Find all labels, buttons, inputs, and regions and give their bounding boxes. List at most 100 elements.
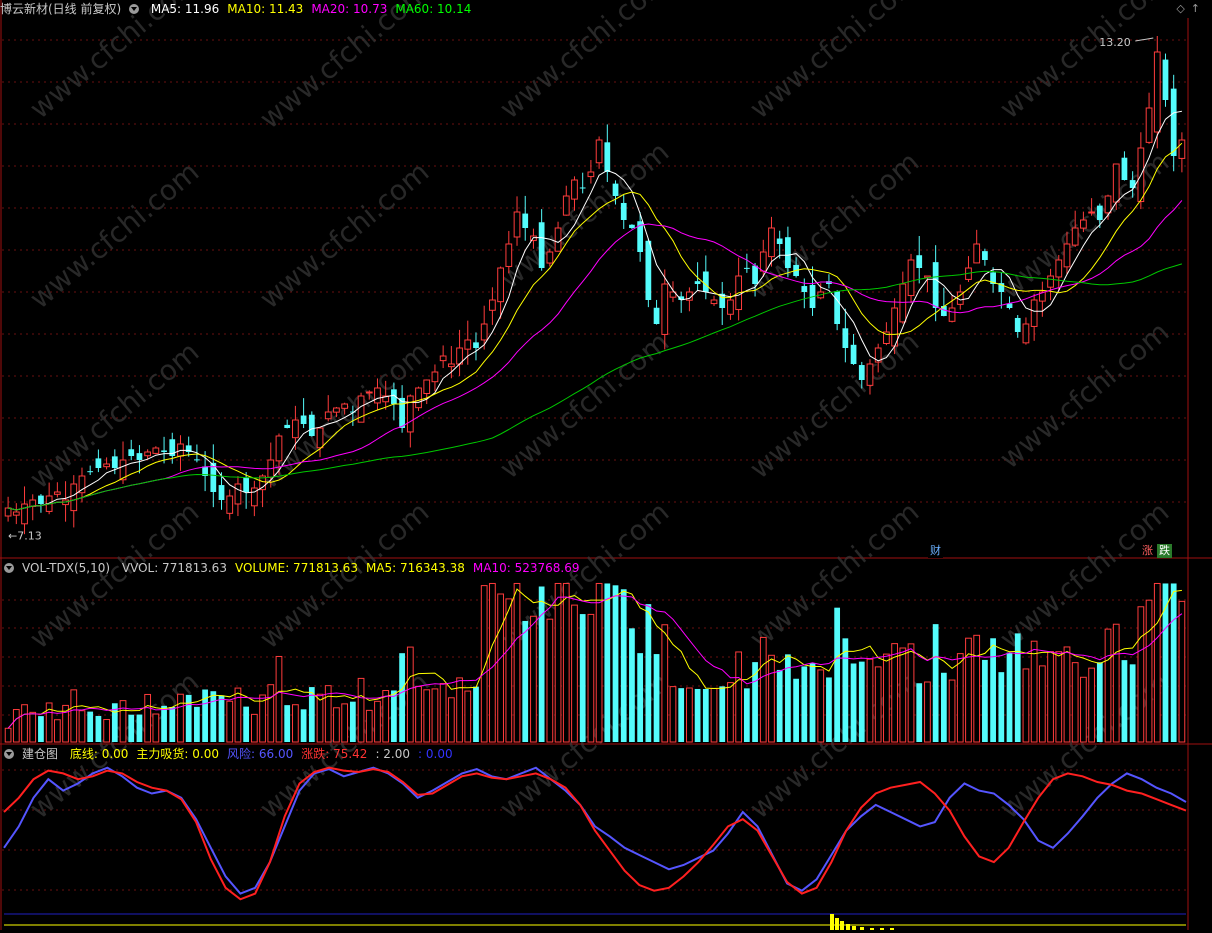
volume-bar-up	[439, 683, 447, 743]
volume-bar-down	[210, 691, 217, 742]
candle-up	[891, 307, 898, 347]
accumulation-bar	[835, 918, 839, 930]
candle-up	[727, 299, 734, 315]
candle-up	[1071, 227, 1079, 246]
candle-up	[587, 171, 595, 178]
volume-bar-down	[284, 705, 291, 742]
watermark: www.cfchi.com	[743, 0, 925, 125]
candle-down	[702, 271, 709, 292]
dropdown-icon[interactable]	[4, 562, 14, 573]
high-price-label: 13.20	[1099, 36, 1131, 49]
candle-down	[1121, 157, 1128, 180]
volume-bar-down	[719, 686, 726, 742]
candle-down	[1162, 59, 1169, 100]
volume-bar-down	[842, 638, 849, 742]
volume-bar-down	[809, 663, 816, 742]
volume-bar-up	[29, 711, 37, 743]
volume-bar-up	[874, 666, 882, 743]
volume-bar-up	[735, 651, 743, 743]
ind-legend-item: 主力吸货: 0.00	[136, 747, 219, 761]
volume-panel-header: VOL-TDX(5,10) VVOL: 771813.63 VOLUME: 771…	[0, 559, 596, 577]
volume-bar-up	[177, 693, 184, 743]
volume-bar-up	[817, 669, 825, 743]
candle-up	[571, 179, 578, 200]
volume-bar-up	[250, 713, 258, 743]
candle-down	[1014, 317, 1021, 332]
accumulation-bar	[852, 926, 856, 930]
candle-up	[464, 339, 472, 350]
candle-up	[144, 451, 152, 457]
low-price-label: ←7.13	[8, 530, 42, 543]
vol-legend-item: MA5: 716343.38	[365, 561, 465, 575]
dropdown-icon[interactable]	[4, 748, 14, 759]
candle-down	[932, 262, 939, 308]
volume-bar-up	[907, 643, 915, 743]
volume-bar-up	[480, 585, 488, 743]
volume-bar-up	[571, 604, 578, 743]
ind-legend-item: : 2.00	[375, 747, 411, 761]
watermark: www.cfchi.com	[743, 145, 925, 305]
volume-bar-up	[1112, 623, 1120, 743]
volume-bar-down	[87, 711, 94, 742]
candle-up	[1080, 219, 1087, 229]
vol-legend-item: MA10: 523768.69	[472, 561, 580, 575]
volume-bar-down	[473, 686, 479, 742]
volume-bar-down	[801, 666, 808, 742]
watermark: www.cfchi.com	[23, 0, 205, 125]
candle-down	[579, 187, 586, 189]
volume-bar-up	[4, 727, 12, 743]
volume-bar-down	[349, 701, 356, 742]
vol-legend-item: VVOL: 771813.63	[121, 561, 227, 575]
candle-up	[4, 507, 12, 517]
candle-down	[604, 142, 611, 172]
volume-bar-down	[743, 688, 750, 742]
candle-up	[103, 463, 110, 468]
financial-report-badge[interactable]: 财	[928, 544, 943, 558]
candle-down	[128, 449, 135, 456]
candle-up	[1088, 211, 1095, 214]
accumulation-bar	[840, 921, 844, 930]
ma-legend-item: MA5: 11.96	[150, 2, 220, 16]
watermark: www.cfchi.com	[23, 335, 205, 495]
candle-up	[973, 243, 981, 264]
volume-bar-up	[1055, 651, 1063, 743]
volume-bar-up	[562, 582, 570, 743]
ma-legend-item: MA60: 10.14	[395, 2, 472, 16]
candle-down	[982, 251, 988, 260]
limit-up-badge[interactable]: 涨	[1140, 544, 1155, 558]
candle-down	[858, 365, 865, 380]
volume-bar-down	[169, 707, 176, 742]
volume-bar-down	[998, 672, 1005, 742]
candle-down	[38, 495, 44, 504]
watermark: www.cfchi.com	[253, 0, 435, 135]
candle-up	[768, 227, 775, 258]
volume-bar-up	[333, 707, 340, 743]
volume-bar-up	[1088, 667, 1095, 743]
candle-up	[595, 139, 603, 164]
volume-bar-up	[710, 687, 718, 743]
chart-canvas[interactable]: www.cfchi.com www.cfchi.com www.cfchi.com w…	[0, 0, 1212, 930]
volume-bar-up	[423, 689, 431, 743]
limit-down-badge[interactable]: 跌	[1157, 544, 1172, 558]
volume-bar-down	[1014, 633, 1021, 742]
candle-up	[1022, 323, 1030, 344]
volume-bar-up	[21, 704, 28, 743]
candle-down	[694, 281, 701, 284]
volume-bar-down	[95, 715, 102, 742]
candle-up	[226, 495, 234, 514]
panel-controls[interactable]: ◇↑	[1176, 2, 1206, 15]
volume-bar-down	[858, 661, 865, 742]
dropdown-icon[interactable]	[129, 3, 140, 14]
volume-bar-up	[259, 694, 266, 743]
diamond-icon[interactable]: ◇	[1176, 2, 1190, 15]
volume-bar-down	[243, 706, 250, 742]
candle-up	[562, 195, 570, 216]
volume-bar-down	[185, 694, 192, 742]
volume-bar-up	[226, 700, 234, 743]
up-arrow-icon[interactable]: ↑	[1191, 2, 1206, 15]
indicator-panel-header: 建仓图 底线: 0.00 主力吸货: 0.00 风险: 66.00 涨跌: 75.42…	[0, 745, 469, 763]
volume-bar-down	[1170, 583, 1177, 742]
volume-bar-up	[275, 655, 283, 743]
volume-bar-up	[357, 677, 365, 743]
volume-bar-up	[53, 719, 61, 743]
